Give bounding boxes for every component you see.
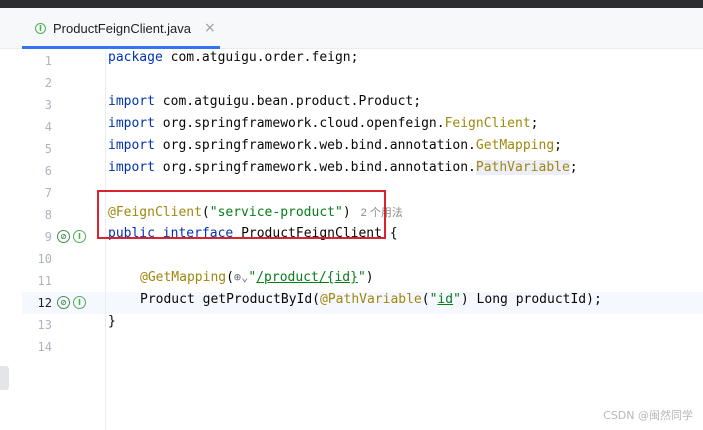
- code-line-12: 12 ⊘ I Product getProductById(@PathVaria…: [0, 292, 703, 314]
- code-text[interactable]: @GetMapping(⊕⌄"/product/{id}"): [140, 270, 374, 285]
- interface-file-icon: I: [35, 22, 46, 34]
- tab-label: ProductFeignClient.java: [53, 20, 192, 36]
- active-tab-indicator: [22, 46, 220, 49]
- code-line-13: 13 }: [0, 314, 703, 336]
- line-number: 5: [44, 142, 52, 156]
- editor-tab-bar: I ProductFeignClient.java ×: [0, 8, 703, 49]
- code-text[interactable]: }: [108, 314, 116, 329]
- line-number: 12: [37, 296, 52, 310]
- line-number: 13: [37, 318, 52, 332]
- code-line-3: 3 import com.atguigu.bean.product.Produc…: [0, 94, 703, 116]
- code-text[interactable]: import org.springframework.web.bind.anno…: [108, 160, 578, 175]
- close-icon[interactable]: ×: [204, 20, 216, 36]
- line-number: 6: [44, 164, 52, 178]
- url-link[interactable]: /product/{id}: [256, 270, 358, 285]
- title-bar: [0, 0, 703, 8]
- code-line-2: 2: [0, 72, 703, 94]
- code-text[interactable]: import com.atguigu.bean.product.Product;: [108, 94, 421, 109]
- code-text[interactable]: package com.atguigu.order.feign;: [108, 50, 358, 65]
- code-text[interactable]: Product getProductById(@PathVariable("id…: [140, 292, 602, 307]
- gutter-icons: ⊘ I: [57, 230, 86, 244]
- line-number: 8: [44, 208, 52, 222]
- implemented-icon[interactable]: I: [73, 296, 86, 309]
- gutter-icons: ⊘ I: [57, 296, 86, 310]
- code-line-14: 14: [0, 336, 703, 358]
- line-number: 9: [44, 230, 52, 244]
- tab-product-feign-client[interactable]: I ProductFeignClient.java ×: [22, 8, 220, 49]
- code-line-11: 11 @GetMapping(⊕⌄"/product/{id}"): [0, 270, 703, 292]
- bean-icon[interactable]: ⊘: [57, 296, 70, 309]
- code-line-1: 1 package com.atguigu.order.feign;: [0, 50, 703, 72]
- implemented-icon[interactable]: I: [73, 230, 86, 243]
- left-scroll-handle[interactable]: [0, 366, 9, 390]
- code-text[interactable]: import org.springframework.web.bind.anno…: [108, 138, 562, 153]
- code-line-4: 4 import org.springframework.cloud.openf…: [0, 116, 703, 138]
- bean-icon[interactable]: ⊘: [57, 230, 70, 243]
- line-number: 7: [44, 186, 52, 200]
- code-text[interactable]: import org.springframework.cloud.openfei…: [108, 116, 538, 131]
- watermark: CSDN @闽然同学: [603, 409, 693, 422]
- line-number: 3: [44, 98, 52, 112]
- line-number: 10: [37, 252, 52, 266]
- line-number: 14: [37, 340, 52, 354]
- line-number: 11: [37, 274, 52, 288]
- highlight-annotation-box: [97, 190, 386, 239]
- code-line-10: 10: [0, 248, 703, 270]
- line-number: 2: [44, 76, 52, 90]
- code-line-6: 6 import org.springframework.web.bind.an…: [0, 160, 703, 182]
- code-line-5: 5 import org.springframework.web.bind.an…: [0, 138, 703, 160]
- line-number: 1: [44, 54, 52, 68]
- line-number: 4: [44, 120, 52, 134]
